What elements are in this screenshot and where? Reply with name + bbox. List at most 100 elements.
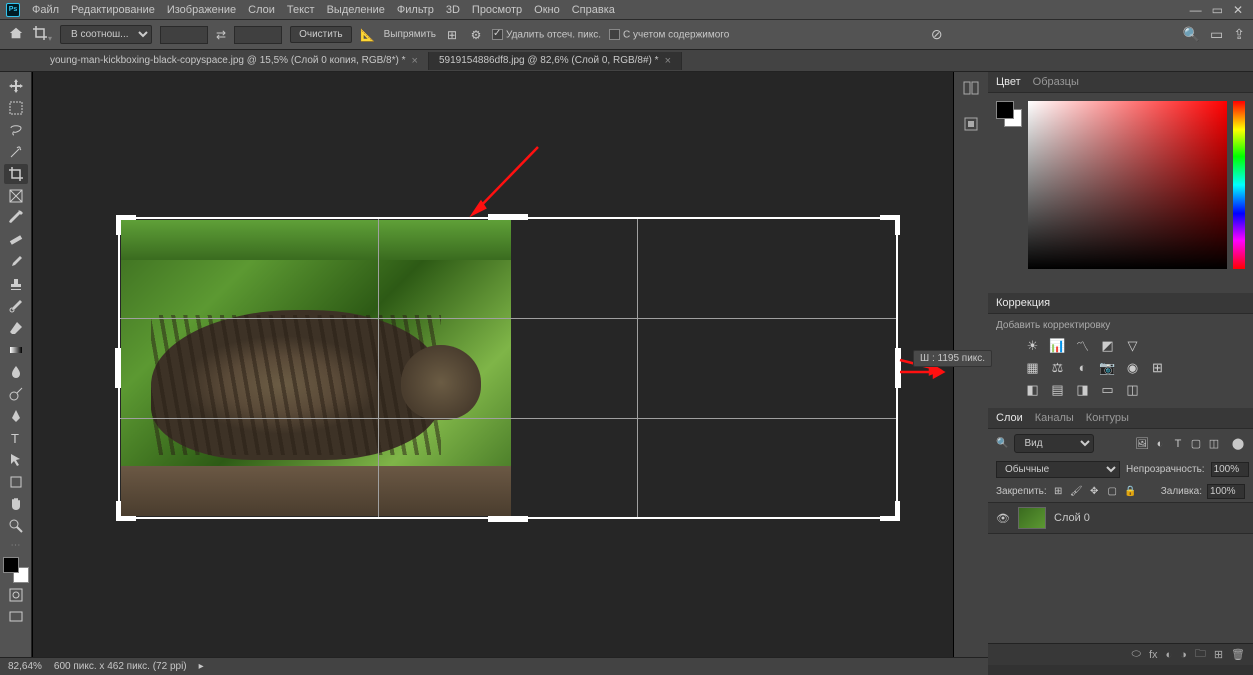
panel-icon[interactable]	[961, 114, 981, 134]
threshold-adjust-icon[interactable]: ◨	[1074, 381, 1091, 398]
tab-close-icon[interactable]: ×	[665, 55, 671, 67]
clear-button[interactable]: Очистить	[290, 26, 352, 43]
filter-smart-icon[interactable]: ◫	[1207, 437, 1221, 451]
color-swatches[interactable]	[3, 557, 29, 583]
quickmask-tool[interactable]	[4, 585, 28, 605]
document-info[interactable]: 600 пикс. x 462 пикс. (72 ppi)	[54, 661, 187, 672]
content-aware-checkbox[interactable]	[609, 29, 620, 40]
shape-tool[interactable]	[4, 472, 28, 492]
pen-tool[interactable]	[4, 406, 28, 426]
tab-layers[interactable]: Слои	[996, 412, 1023, 424]
lock-transparency-icon[interactable]: ⊞	[1052, 485, 1065, 498]
stamp-tool[interactable]	[4, 274, 28, 294]
colorbalance-adjust-icon[interactable]: ⚖	[1049, 359, 1066, 376]
curves-adjust-icon[interactable]: 〽	[1074, 337, 1091, 354]
layer-name[interactable]: Слой 0	[1054, 512, 1090, 524]
crop-tool-icon[interactable]: ▾	[32, 25, 52, 44]
crop-bounds[interactable]	[118, 217, 898, 519]
commit-icon[interactable]: 🔍	[1183, 26, 1200, 43]
filter-toggle-icon[interactable]: ⬤	[1231, 437, 1245, 451]
eyedropper-tool[interactable]	[4, 208, 28, 228]
blur-tool[interactable]	[4, 362, 28, 382]
zoom-level[interactable]: 82,64%	[8, 661, 42, 672]
menu-edit[interactable]: Редактирование	[65, 4, 161, 16]
lock-artboard-icon[interactable]: ▢	[1106, 485, 1119, 498]
home-icon[interactable]	[8, 26, 24, 43]
color-fg-bg[interactable]	[996, 101, 1022, 127]
type-tool[interactable]: T	[4, 428, 28, 448]
tab-paths[interactable]: Контуры	[1086, 412, 1129, 424]
maximize-icon[interactable]: ▭	[1212, 3, 1223, 17]
menu-view[interactable]: Просмотр	[466, 4, 528, 16]
menu-window[interactable]: Окно	[528, 4, 566, 16]
delete-cropped-checkbox[interactable]	[492, 29, 503, 40]
levels-adjust-icon[interactable]: 📊	[1049, 337, 1066, 354]
lasso-tool[interactable]	[4, 120, 28, 140]
reset-icon[interactable]: ⊘	[931, 26, 943, 43]
crop-options-icon[interactable]: ⚙	[468, 27, 484, 43]
invert-adjust-icon[interactable]: ◧	[1024, 381, 1041, 398]
doc-tab-active[interactable]: 5919154886df8.jpg @ 82,6% (Слой 0, RGB/8…	[429, 52, 682, 70]
lookup-adjust-icon[interactable]: ⊞	[1149, 359, 1166, 376]
filter-type-icon[interactable]: T	[1171, 437, 1185, 451]
zoom-tool[interactable]	[4, 516, 28, 536]
new-layer-icon[interactable]: ⊞	[1214, 648, 1223, 661]
minimize-icon[interactable]: —	[1190, 3, 1202, 17]
layer-fx-icon[interactable]: fx	[1149, 649, 1158, 661]
layer-group-icon[interactable]: 🗀	[1195, 645, 1206, 664]
hand-tool[interactable]	[4, 494, 28, 514]
lock-pixels-icon[interactable]: 🖌	[1070, 485, 1083, 498]
posterize-adjust-icon[interactable]: ▤	[1049, 381, 1066, 398]
vibrance-adjust-icon[interactable]: ▽	[1124, 337, 1141, 354]
info-chevron-icon[interactable]: ▸	[199, 661, 204, 672]
frame-tool[interactable]	[4, 186, 28, 206]
view-mode-icon[interactable]: ▭	[1210, 26, 1223, 43]
filter-shape-icon[interactable]: ▢	[1189, 437, 1203, 451]
gradient-tool[interactable]	[4, 340, 28, 360]
blend-mode-select[interactable]: Обычные	[996, 461, 1120, 478]
delete-layer-icon[interactable]: 🗑	[1231, 648, 1245, 661]
panel-icon[interactable]	[961, 78, 981, 98]
crop-handle-left[interactable]	[115, 348, 121, 388]
layer-visibility-icon[interactable]: 👁	[996, 512, 1010, 525]
color-field[interactable]	[1028, 101, 1227, 269]
menu-layers[interactable]: Слои	[242, 4, 281, 16]
link-layers-icon[interactable]: ⬭	[1132, 648, 1141, 661]
filter-adjust-icon[interactable]: ◐	[1153, 437, 1167, 451]
lock-position-icon[interactable]: ✥	[1088, 485, 1101, 498]
tab-channels[interactable]: Каналы	[1035, 412, 1074, 424]
menu-3d[interactable]: 3D	[440, 4, 466, 16]
hue-adjust-icon[interactable]: ▦	[1024, 359, 1041, 376]
magic-wand-tool[interactable]	[4, 142, 28, 162]
fill-input[interactable]	[1207, 484, 1245, 499]
crop-tool[interactable]	[4, 164, 28, 184]
layer-row[interactable]: 👁 Слой 0	[988, 502, 1253, 534]
ratio-select[interactable]: В соотнош...	[60, 25, 152, 44]
layer-filter-select[interactable]: Вид	[1014, 434, 1094, 453]
brush-tool[interactable]	[4, 252, 28, 272]
tab-close-icon[interactable]: ×	[412, 55, 418, 67]
move-tool[interactable]	[4, 76, 28, 96]
menu-select[interactable]: Выделение	[321, 4, 391, 16]
tool-menu-icon[interactable]: ⋯	[11, 540, 21, 551]
doc-tab-inactive[interactable]: young-man-kickboxing-black-copyspace.jpg…	[40, 52, 429, 70]
menu-file[interactable]: Файл	[26, 4, 65, 16]
swap-dims-icon[interactable]: ⇄	[216, 28, 226, 42]
selective-color-icon[interactable]: ◫	[1124, 381, 1141, 398]
path-select-tool[interactable]	[4, 450, 28, 470]
share-icon[interactable]: ⇪	[1233, 26, 1245, 43]
crop-handle-bottom[interactable]	[488, 516, 528, 522]
adjustment-layer-icon[interactable]: ◑	[1180, 649, 1187, 661]
bw-adjust-icon[interactable]: ◐	[1074, 359, 1091, 376]
brightness-adjust-icon[interactable]: ☀	[1024, 337, 1041, 354]
history-brush-tool[interactable]	[4, 296, 28, 316]
exposure-adjust-icon[interactable]: ◩	[1099, 337, 1116, 354]
eraser-tool[interactable]	[4, 318, 28, 338]
layer-thumbnail[interactable]	[1018, 507, 1046, 529]
menu-text[interactable]: Текст	[281, 4, 321, 16]
dodge-tool[interactable]	[4, 384, 28, 404]
grid-overlay-icon[interactable]: ⊞	[444, 27, 460, 43]
menu-help[interactable]: Справка	[566, 4, 621, 16]
hue-slider[interactable]	[1233, 101, 1245, 269]
crop-frame[interactable]	[118, 217, 898, 519]
